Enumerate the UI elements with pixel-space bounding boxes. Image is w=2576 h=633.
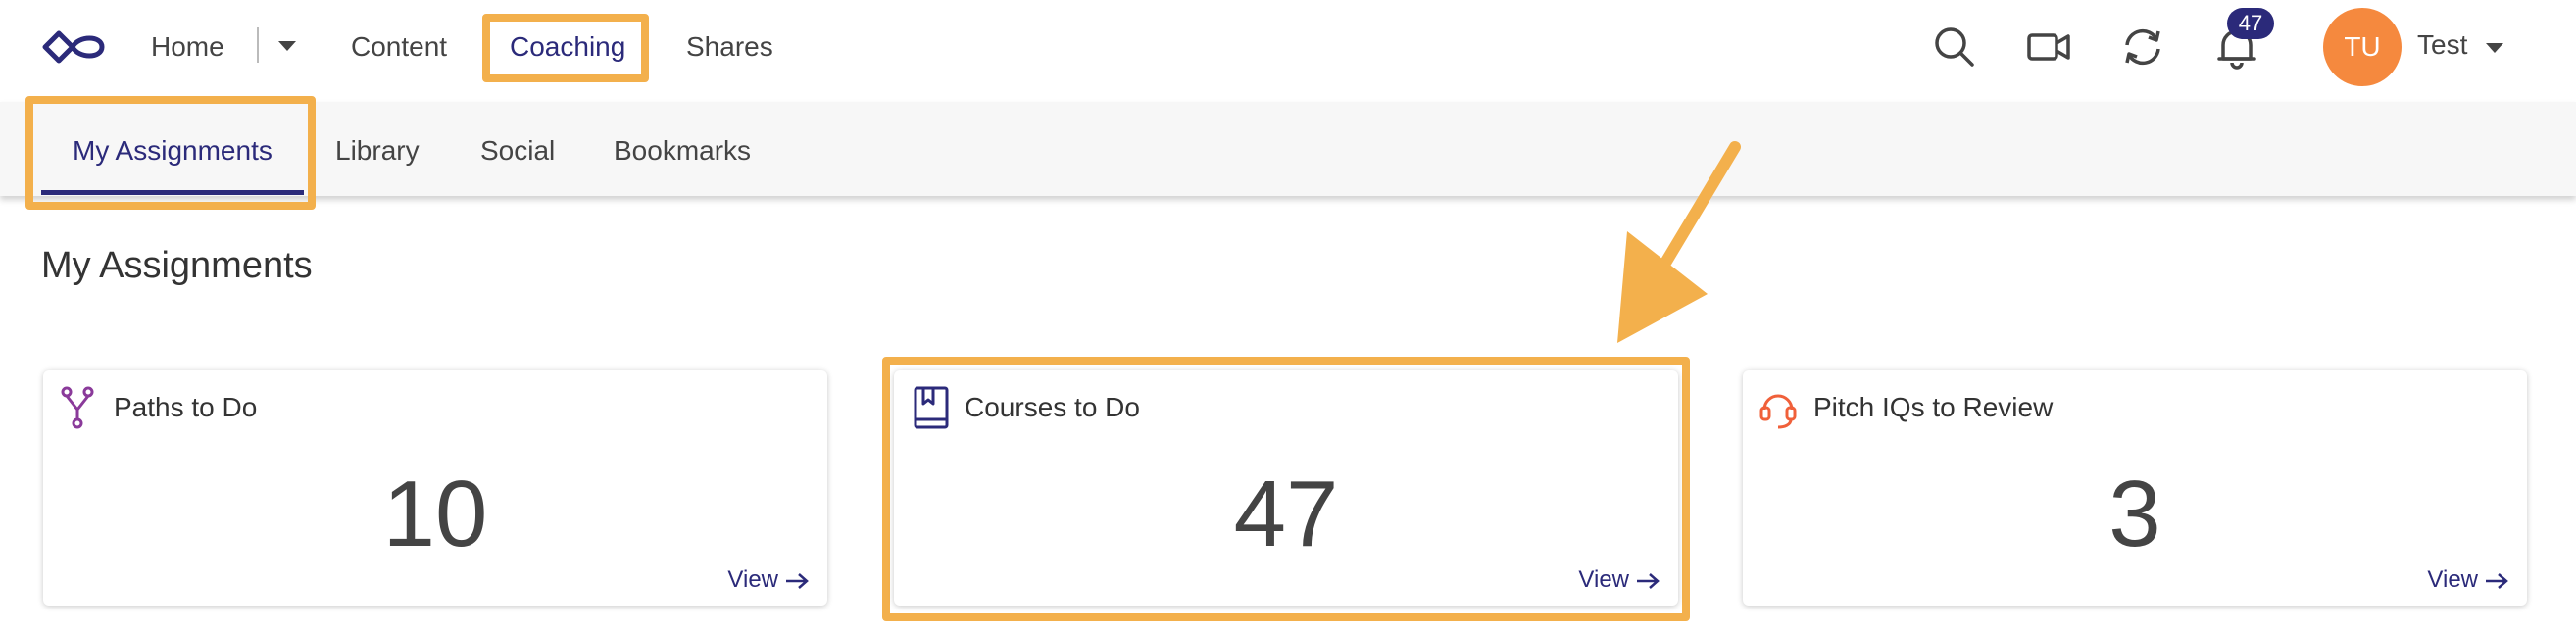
view-link[interactable]: View: [727, 566, 810, 594]
page-title: My Assignments: [41, 245, 313, 286]
user-menu-caret-icon[interactable]: [2486, 43, 2503, 53]
notification-count-badge: 47: [2227, 8, 2274, 39]
nav-content[interactable]: Content: [351, 29, 447, 65]
card-title: Paths to Do: [114, 392, 258, 422]
search-icon[interactable]: [1927, 20, 1982, 74]
user-name[interactable]: Test: [2417, 29, 2467, 61]
card-count: 47: [1233, 462, 1339, 566]
tab-my-assignments[interactable]: My Assignments: [73, 133, 272, 169]
arrow-right-icon: [2486, 572, 2508, 589]
card-title: Courses to Do: [965, 392, 1140, 422]
nav-shares[interactable]: Shares: [686, 29, 773, 65]
nav-coaching[interactable]: Coaching: [510, 29, 625, 65]
view-link[interactable]: View: [2427, 566, 2509, 594]
nav-home[interactable]: Home: [151, 29, 224, 65]
card-pitch-iqs-to-review[interactable]: Pitch IQs to Review 3 View: [1743, 370, 2527, 606]
tab-library[interactable]: Library: [335, 133, 420, 169]
card-paths-to-do[interactable]: Paths to Do 10 View: [43, 370, 827, 606]
arrow-right-icon: [1637, 572, 1660, 589]
arrow-right-icon: [786, 572, 809, 589]
card-count: 3: [2108, 462, 2161, 566]
nav-divider: [257, 27, 259, 63]
user-avatar[interactable]: TU: [2323, 8, 2402, 86]
brand-logo-icon[interactable]: [39, 24, 108, 71]
card-courses-to-do[interactable]: Courses to Do 47 View: [894, 370, 1678, 606]
view-link-label: View: [1578, 566, 1629, 593]
view-link[interactable]: View: [1578, 566, 1660, 594]
annotation-arrow-icon: [1617, 141, 1741, 343]
path-fork-icon: [61, 386, 94, 429]
card-count: 10: [382, 462, 488, 566]
video-camera-icon[interactable]: [2021, 20, 2076, 74]
tab-social[interactable]: Social: [480, 133, 555, 169]
book-icon: [914, 386, 949, 429]
view-link-label: View: [727, 566, 778, 593]
active-tab-underline: [41, 190, 304, 195]
home-dropdown-caret-icon[interactable]: [278, 41, 296, 51]
view-link-label: View: [2427, 566, 2478, 593]
tab-bookmarks[interactable]: Bookmarks: [614, 133, 751, 169]
headset-icon: [1759, 394, 1797, 429]
top-navigation-bar: Home Content Coaching Shares 47 TU Test: [0, 0, 2576, 98]
card-title: Pitch IQs to Review: [1813, 392, 2054, 422]
sync-icon[interactable]: [2115, 20, 2170, 74]
